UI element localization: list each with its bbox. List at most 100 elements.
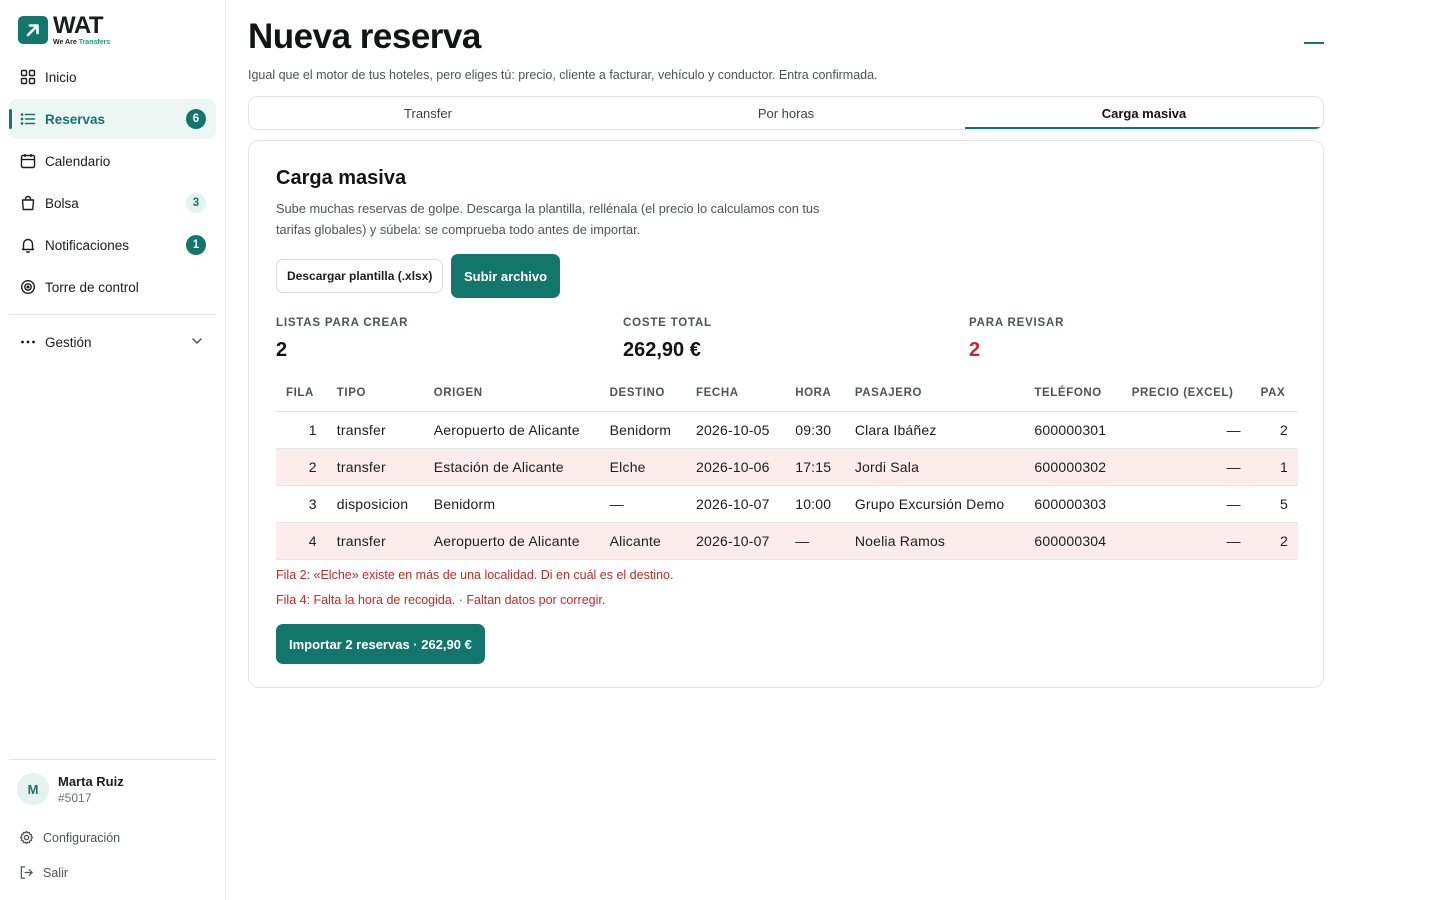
grid-icon (19, 68, 37, 86)
cell-pax: 1 (1250, 448, 1298, 486)
tab-transfer[interactable]: Transfer (249, 97, 607, 129)
cell-hora: 09:30 (785, 411, 845, 449)
brand-logo[interactable]: WAT We Are Transfers (18, 14, 110, 46)
cell-pax: 5 (1250, 485, 1298, 523)
upload-file-button[interactable]: Subir archivo (451, 254, 561, 298)
sidebar: WAT We Are Transfers Inicio Reservas 6 C… (0, 0, 226, 900)
cell-fila: 2 (276, 448, 327, 486)
cell-fila: 3 (276, 485, 327, 523)
cell-origen: Estación de Alicante (423, 448, 600, 486)
table-row: 3 disposicion Benidorm — 2026-10-07 10:0… (276, 485, 1298, 523)
col-tipo: TIPO (326, 376, 424, 412)
stat-ready: LISTAS PARA CREAR 2 (276, 317, 408, 362)
settings-label: Configuración (43, 830, 121, 845)
tab-carga-masiva[interactable]: Carga masiva (965, 97, 1323, 129)
avatar: M (17, 773, 49, 805)
sidebar-item-torre-de-control[interactable]: Torre de control (9, 267, 216, 307)
cell-fecha: 2026-10-07 (686, 485, 786, 523)
gear-icon (19, 830, 35, 845)
cell-origen: Benidorm (423, 485, 600, 523)
col-pax: PAX (1250, 376, 1298, 412)
stat-label: COSTE TOTAL (623, 317, 712, 329)
page-title: Nueva reserva (248, 17, 481, 56)
sidebar-item-label: Calendario (45, 153, 111, 169)
target-icon (19, 278, 37, 296)
brand-tagline: We Are Transfers (53, 39, 111, 46)
cell-tipo: transfer (326, 411, 424, 449)
cell-fila: 4 (276, 522, 327, 560)
col-telefono: TELÉFONO (1024, 376, 1122, 412)
table-row-error: 2 transfer Estación de Alicante Elche 20… (276, 448, 1298, 486)
cell-tipo: transfer (326, 522, 424, 560)
cell-fecha: 2026-10-07 (686, 522, 786, 560)
cell-telefono: 600000302 (1024, 448, 1122, 486)
stat-value: 2 (276, 339, 288, 361)
cell-precio: — (1121, 522, 1251, 560)
sidebar-item-bolsa[interactable]: Bolsa 3 (9, 183, 216, 223)
stat-to-review: PARA REVISAR 2 (969, 317, 1064, 362)
import-reservations-button[interactable]: Importar 2 reservas · 262,90 € (276, 624, 485, 664)
cell-precio: — (1121, 485, 1251, 523)
user-profile[interactable]: M Marta Ruiz #5017 (17, 773, 124, 805)
cell-pasajero: Grupo Excursión Demo (844, 485, 1025, 523)
validation-error: Fila 4: Falta la hora de recogida. · Fal… (276, 593, 606, 607)
cell-origen: Aeropuerto de Alicante (423, 411, 600, 449)
cell-precio: — (1121, 411, 1251, 449)
col-origen: ORIGEN (423, 376, 600, 412)
tab-por-horas[interactable]: Por horas (607, 97, 965, 129)
cell-pasajero: Noelia Ramos (844, 522, 1025, 560)
minimize-icon[interactable] (1304, 42, 1324, 44)
bulk-upload-card: Carga masiva Sube muchas reservas de gol… (248, 140, 1324, 688)
user-id: #5017 (58, 790, 92, 805)
cell-hora: 10:00 (785, 485, 845, 523)
col-precio: PRECIO (EXCEL) (1121, 376, 1251, 412)
logout-label: Salir (43, 865, 69, 880)
sidebar-item-label: Gestión (45, 334, 92, 350)
card-description: Sube muchas reservas de golpe. Descarga … (276, 201, 820, 237)
cell-telefono: 600000301 (1024, 411, 1122, 449)
settings-link[interactable]: Configuración (19, 830, 120, 845)
col-destino: DESTINO (599, 376, 687, 412)
cell-destino: — (599, 485, 687, 523)
sidebar-nav: Inicio Reservas 6 Calendario Bolsa 3 Not… (9, 57, 216, 364)
cell-pasajero: Jordi Sala (844, 448, 1025, 486)
cell-destino: Elche (599, 448, 687, 486)
sidebar-item-notificaciones[interactable]: Notificaciones 1 (9, 225, 216, 265)
stat-label: LISTAS PARA CREAR (276, 317, 409, 329)
sidebar-divider (9, 314, 216, 315)
stat-label: PARA REVISAR (969, 317, 1065, 329)
stat-value: 2 (969, 339, 981, 361)
cell-telefono: 600000304 (1024, 522, 1122, 560)
col-fecha: FECHA (686, 376, 786, 412)
table-header-row: FILA TIPO ORIGEN DESTINO FECHA HORA PASA… (276, 376, 1298, 412)
cell-fila: 1 (276, 411, 327, 449)
sidebar-item-reservas[interactable]: Reservas 6 (9, 99, 216, 139)
cell-hora: — (785, 522, 845, 560)
col-fila: FILA (276, 376, 327, 412)
download-template-button[interactable]: Descargar plantilla (.xlsx) (276, 259, 444, 293)
sidebar-item-label: Bolsa (45, 195, 79, 211)
cell-precio: — (1121, 448, 1251, 486)
col-pasajero: PASAJERO (844, 376, 1025, 412)
cell-origen: Aeropuerto de Alicante (423, 522, 600, 560)
sidebar-item-gestion[interactable]: Gestión (9, 322, 216, 362)
booking-type-tabs: Transfer Por horas Carga masiva (248, 96, 1324, 130)
sidebar-item-label: Inicio (45, 69, 77, 85)
sidebar-item-calendario[interactable]: Calendario (9, 141, 216, 181)
cell-telefono: 600000303 (1024, 485, 1122, 523)
cell-pasajero: Clara Ibáñez (844, 411, 1025, 449)
page-subtitle: Igual que el motor de tus hoteles, pero … (248, 68, 878, 82)
sidebar-item-inicio[interactable]: Inicio (9, 57, 216, 97)
cell-hora: 17:15 (785, 448, 845, 486)
cell-tipo: transfer (326, 448, 424, 486)
reservas-count-badge: 6 (186, 109, 206, 129)
cell-pax: 2 (1250, 411, 1298, 449)
logout-icon (19, 865, 35, 880)
cell-destino: Alicante (599, 522, 687, 560)
chevron-down-icon[interactable] (190, 334, 204, 351)
brand-name: WAT (53, 12, 104, 39)
sidebar-item-label: Notificaciones (45, 237, 130, 253)
logout-link[interactable]: Salir (19, 865, 68, 880)
cell-destino: Benidorm (599, 411, 687, 449)
validation-error: Fila 2: «Elche» existe en más de una loc… (276, 568, 674, 582)
